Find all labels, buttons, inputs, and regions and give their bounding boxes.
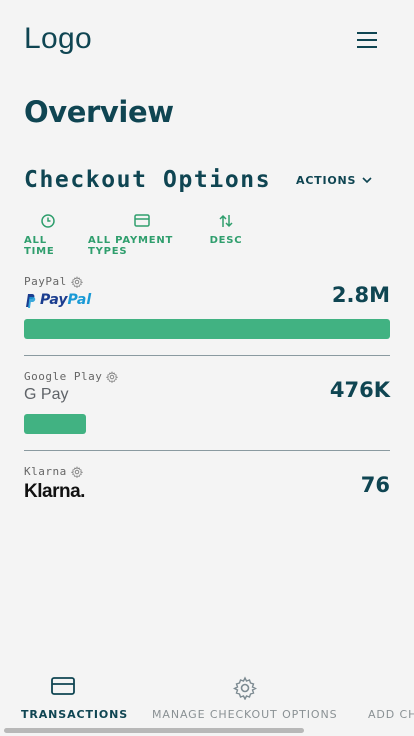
option-share-bar	[24, 319, 390, 339]
option-klarna[interactable]: Klarna Klarna. 76	[24, 465, 390, 505]
credit-card-icon	[134, 214, 150, 230]
horizontal-scrollbar[interactable]	[4, 728, 304, 733]
gear-icon[interactable]	[106, 370, 119, 383]
filter-time-label: ALL TIME	[24, 235, 55, 257]
paypal-icon	[26, 293, 36, 308]
filter-payment-types-label: ALL PAYMENT TYPES	[88, 235, 174, 257]
credit-card-icon	[50, 676, 75, 700]
filter-sort-label: DESC	[209, 235, 243, 246]
klarna-brand-text: Klarna.	[24, 481, 85, 502]
filter-payment-types[interactable]: ALL PAYMENT TYPES	[88, 214, 196, 257]
gear-icon[interactable]	[70, 465, 83, 478]
paypal-brand-text: PayPal	[40, 292, 92, 308]
nav-manage-checkout-options[interactable]: MANAGE CHECKOUT OPTIONS	[152, 676, 338, 721]
logo[interactable]: Logo	[24, 22, 92, 56]
nav-add-checkout-label: ADD CH	[368, 708, 414, 721]
chevron-down-icon	[362, 177, 372, 184]
option-name-text: Klarna	[24, 465, 67, 478]
filter-sort[interactable]: DESC	[209, 214, 243, 257]
actions-label: ACTIONS	[296, 174, 357, 187]
header: Logo	[24, 22, 390, 62]
nav-add-checkout[interactable]: ADD CH	[368, 676, 414, 721]
filter-time[interactable]: ALL TIME	[24, 214, 72, 257]
nav-transactions-label: TRANSACTIONS	[21, 708, 129, 721]
sort-arrows-icon	[218, 214, 234, 230]
nav-manage-checkout-options-label: MANAGE CHECKOUT OPTIONS	[152, 708, 338, 721]
google-pay-logo: G Pay	[24, 386, 68, 404]
option-name: Klarna	[24, 465, 390, 478]
bottom-nav: TRANSACTIONS MANAGE CHECKOUT OPTIONS ADD…	[0, 676, 414, 736]
gear-icon[interactable]	[70, 275, 83, 288]
hamburger-menu-icon[interactable]	[357, 32, 377, 48]
option-name-text: Google Play	[24, 370, 103, 383]
option-paypal[interactable]: PayPal PayPal 2.8M	[24, 275, 390, 341]
nav-transactions[interactable]: TRANSACTIONS	[21, 676, 128, 721]
clock-icon	[41, 214, 55, 230]
option-share-bar	[24, 414, 86, 434]
klarna-logo: Klarna.	[24, 481, 85, 503]
option-google-play[interactable]: Google Play G Pay 476K	[24, 370, 390, 436]
option-value: 476K	[329, 378, 390, 402]
page-title: Overview	[24, 95, 174, 129]
option-value: 76	[360, 473, 390, 497]
filter-bar: ALL TIME ALL PAYMENT TYPES DESC	[24, 214, 243, 257]
divider	[24, 450, 390, 451]
option-name-text: PayPal	[24, 275, 67, 288]
paypal-logo: PayPal	[24, 292, 91, 308]
section-title: Checkout Options	[24, 167, 272, 193]
actions-dropdown[interactable]: ACTIONS	[296, 174, 372, 187]
google-pay-brand-text: G Pay	[24, 386, 69, 403]
option-value: 2.8M	[331, 283, 390, 307]
gear-icon	[232, 676, 257, 701]
divider	[24, 355, 390, 356]
